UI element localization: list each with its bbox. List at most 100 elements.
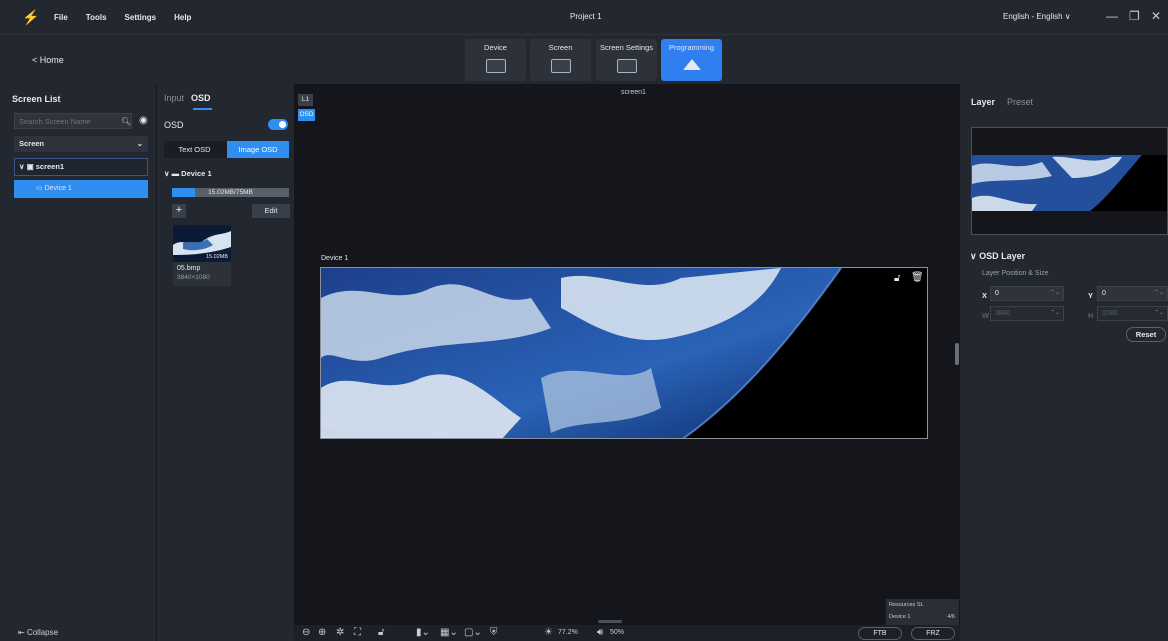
tab-programming-label: Programming: [668, 43, 714, 52]
h-value: 1080: [1102, 310, 1118, 317]
screen-settings-icon: [616, 59, 637, 73]
menu-tools[interactable]: Tools: [86, 13, 107, 22]
resources-title: Resources SL: [889, 602, 924, 608]
save-layer-icon[interactable]: ⛨: [490, 627, 498, 638]
stepper-icon[interactable]: ⌃⌄: [1154, 287, 1164, 300]
y-value: 0: [1102, 290, 1106, 297]
preview-image: [972, 128, 1167, 234]
project-title: Project 1: [570, 12, 602, 21]
image-osd-button[interactable]: Image OSD: [227, 141, 289, 158]
brightness-value: 77.2%: [558, 629, 578, 636]
screen-name: screen1: [621, 89, 646, 96]
tab-osd[interactable]: OSD: [191, 93, 211, 103]
stepper-icon: ⌃⌄: [1049, 310, 1060, 316]
close-icon[interactable]: ✕: [1151, 9, 1161, 23]
device-group-label: Device 1: [181, 169, 212, 178]
horizontal-scrollbar[interactable]: [598, 620, 622, 623]
collapse-button[interactable]: ⇤ Collapse: [18, 628, 58, 637]
y-input[interactable]: 0 ⌃⌄: [1097, 286, 1168, 301]
search-icon[interactable]: 🔍︎: [121, 117, 131, 126]
device-name: Device 1: [321, 255, 349, 262]
osd-toggle[interactable]: [268, 119, 288, 130]
resources-device: Device 1: [889, 614, 911, 620]
unlock-icon[interactable]: 🔓︎: [894, 273, 900, 284]
eye-icon[interactable]: ◉: [139, 115, 148, 126]
chevron-down-icon: ∨ ▣: [19, 162, 36, 171]
screen-list-title: Screen List: [12, 94, 61, 104]
trash-icon[interactable]: 🗑︎: [911, 272, 924, 283]
tab-input[interactable]: Input: [164, 93, 184, 103]
zoom-out-icon[interactable]: ⊖: [302, 627, 310, 638]
add-media-button[interactable]: +: [172, 204, 186, 218]
layout-icon[interactable]: ▦⌄: [440, 627, 458, 638]
osd-layer-tag[interactable]: OSD: [298, 109, 315, 121]
osd-layer-section[interactable]: ∨ OSD Layer: [970, 251, 1025, 262]
align-icon[interactable]: ▮⌄: [416, 627, 430, 638]
layer-preview: [971, 127, 1168, 235]
x-label: X: [982, 291, 988, 300]
collapse-label: Collapse: [26, 628, 59, 637]
tab-screen[interactable]: Screen: [530, 39, 591, 81]
device-icon: [485, 59, 506, 73]
reset-button[interactable]: Reset: [1126, 327, 1166, 342]
toolbar: < Home Device Screen Screen Settings Pro…: [0, 34, 1168, 84]
x-value: 0: [995, 290, 999, 297]
w-label: W: [982, 311, 990, 320]
menu-file[interactable]: File: [54, 13, 68, 22]
bottom-bar: ⊖ ⊕ ✲ ⛶ 🔓︎ ▮⌄ ▦⌄ ▢⌄ ⛨ ☀ 77.2% 🔊︎ 50% FTB…: [294, 625, 960, 641]
language-select[interactable]: English - English ∨: [1003, 12, 1071, 21]
media-thumbnail: 15.02MB: [173, 225, 231, 262]
text-osd-button[interactable]: Text OSD: [164, 141, 225, 158]
media-card[interactable]: 15.02MB 05.bmp 3840×1080: [173, 225, 231, 286]
app-logo-icon: ⚡: [22, 9, 40, 25]
w-value: 3840: [995, 310, 1011, 317]
screen-canvas[interactable]: L1 OSD screen1 Device 1 OSD 🔓︎ 🗑︎ Resour…: [294, 84, 960, 625]
device-group-header[interactable]: ∨ ▬ Device 1: [164, 169, 212, 178]
y-label: Y: [1088, 291, 1094, 300]
media-resolution: 3840×1080: [177, 274, 210, 281]
osd-layer-frame[interactable]: OSD 🔓︎ 🗑︎: [320, 267, 928, 439]
tree-item-screen[interactable]: ∨ ▣ screen1: [14, 158, 148, 176]
zoom-in-icon[interactable]: ⊕: [318, 627, 326, 638]
search-input[interactable]: [14, 113, 132, 129]
menu-help[interactable]: Help: [174, 13, 191, 22]
earth-image: [321, 268, 927, 438]
media-name: 05.bmp: [177, 265, 201, 272]
tab-device[interactable]: Device: [465, 39, 526, 81]
layer-panel: Layer Preset ∨ OSD Layer Layer Position …: [960, 84, 1168, 641]
layer-tag[interactable]: L1: [298, 94, 313, 106]
frz-button[interactable]: FRZ: [911, 627, 955, 640]
lock-icon[interactable]: 🔓︎: [378, 627, 384, 638]
osd-panel: Input OSD OSD Text OSD Image OSD ∨ ▬ Dev…: [157, 84, 294, 641]
x-input[interactable]: 0 ⌃⌄: [990, 286, 1064, 301]
edit-button[interactable]: Edit: [252, 204, 290, 218]
stepper-icon[interactable]: ⌃⌄: [1050, 287, 1060, 300]
screen-filter-select[interactable]: Screen ⌄: [14, 136, 148, 152]
minimize-icon[interactable]: —: [1106, 9, 1118, 23]
home-button[interactable]: < Home: [32, 55, 64, 65]
osd-layer-title: OSD Layer: [979, 251, 1026, 261]
ftb-button[interactable]: FTB: [858, 627, 902, 640]
menu-settings[interactable]: Settings: [125, 13, 157, 22]
window-icon[interactable]: ▢⌄: [464, 627, 482, 638]
fullscreen-icon[interactable]: ⛶: [354, 627, 361, 638]
restore-icon[interactable]: ❐: [1129, 9, 1140, 23]
w-input: 3840 ⌃⌄: [990, 306, 1064, 321]
fit-icon[interactable]: ✲: [336, 627, 344, 638]
resources-box: Resources SL Device 1 4/6: [886, 599, 959, 625]
tab-layer[interactable]: Layer: [971, 97, 995, 107]
tree-item-device[interactable]: ▭ Device 1: [14, 180, 148, 198]
position-size-label: Layer Position & Size: [982, 270, 1049, 277]
tab-programming[interactable]: Programming: [661, 39, 722, 81]
volume-icon[interactable]: 🔊︎: [597, 627, 603, 638]
tree-item-screen-label: screen1: [35, 162, 65, 171]
tab-screen-settings[interactable]: Screen Settings: [596, 39, 657, 81]
vertical-scrollbar[interactable]: [955, 343, 959, 365]
tab-screen-label: Screen: [548, 43, 573, 52]
volume-value: 50%: [610, 629, 625, 636]
tab-device-label: Device: [484, 43, 507, 52]
tab-preset[interactable]: Preset: [1007, 97, 1033, 107]
screen-list-panel: Screen List 🔍︎ ◉ Screen ⌄ ∨ ▣ screen1 ▭ …: [0, 84, 157, 641]
brightness-icon[interactable]: ☀: [544, 627, 553, 638]
chevron-down-icon: ∨: [970, 251, 980, 261]
